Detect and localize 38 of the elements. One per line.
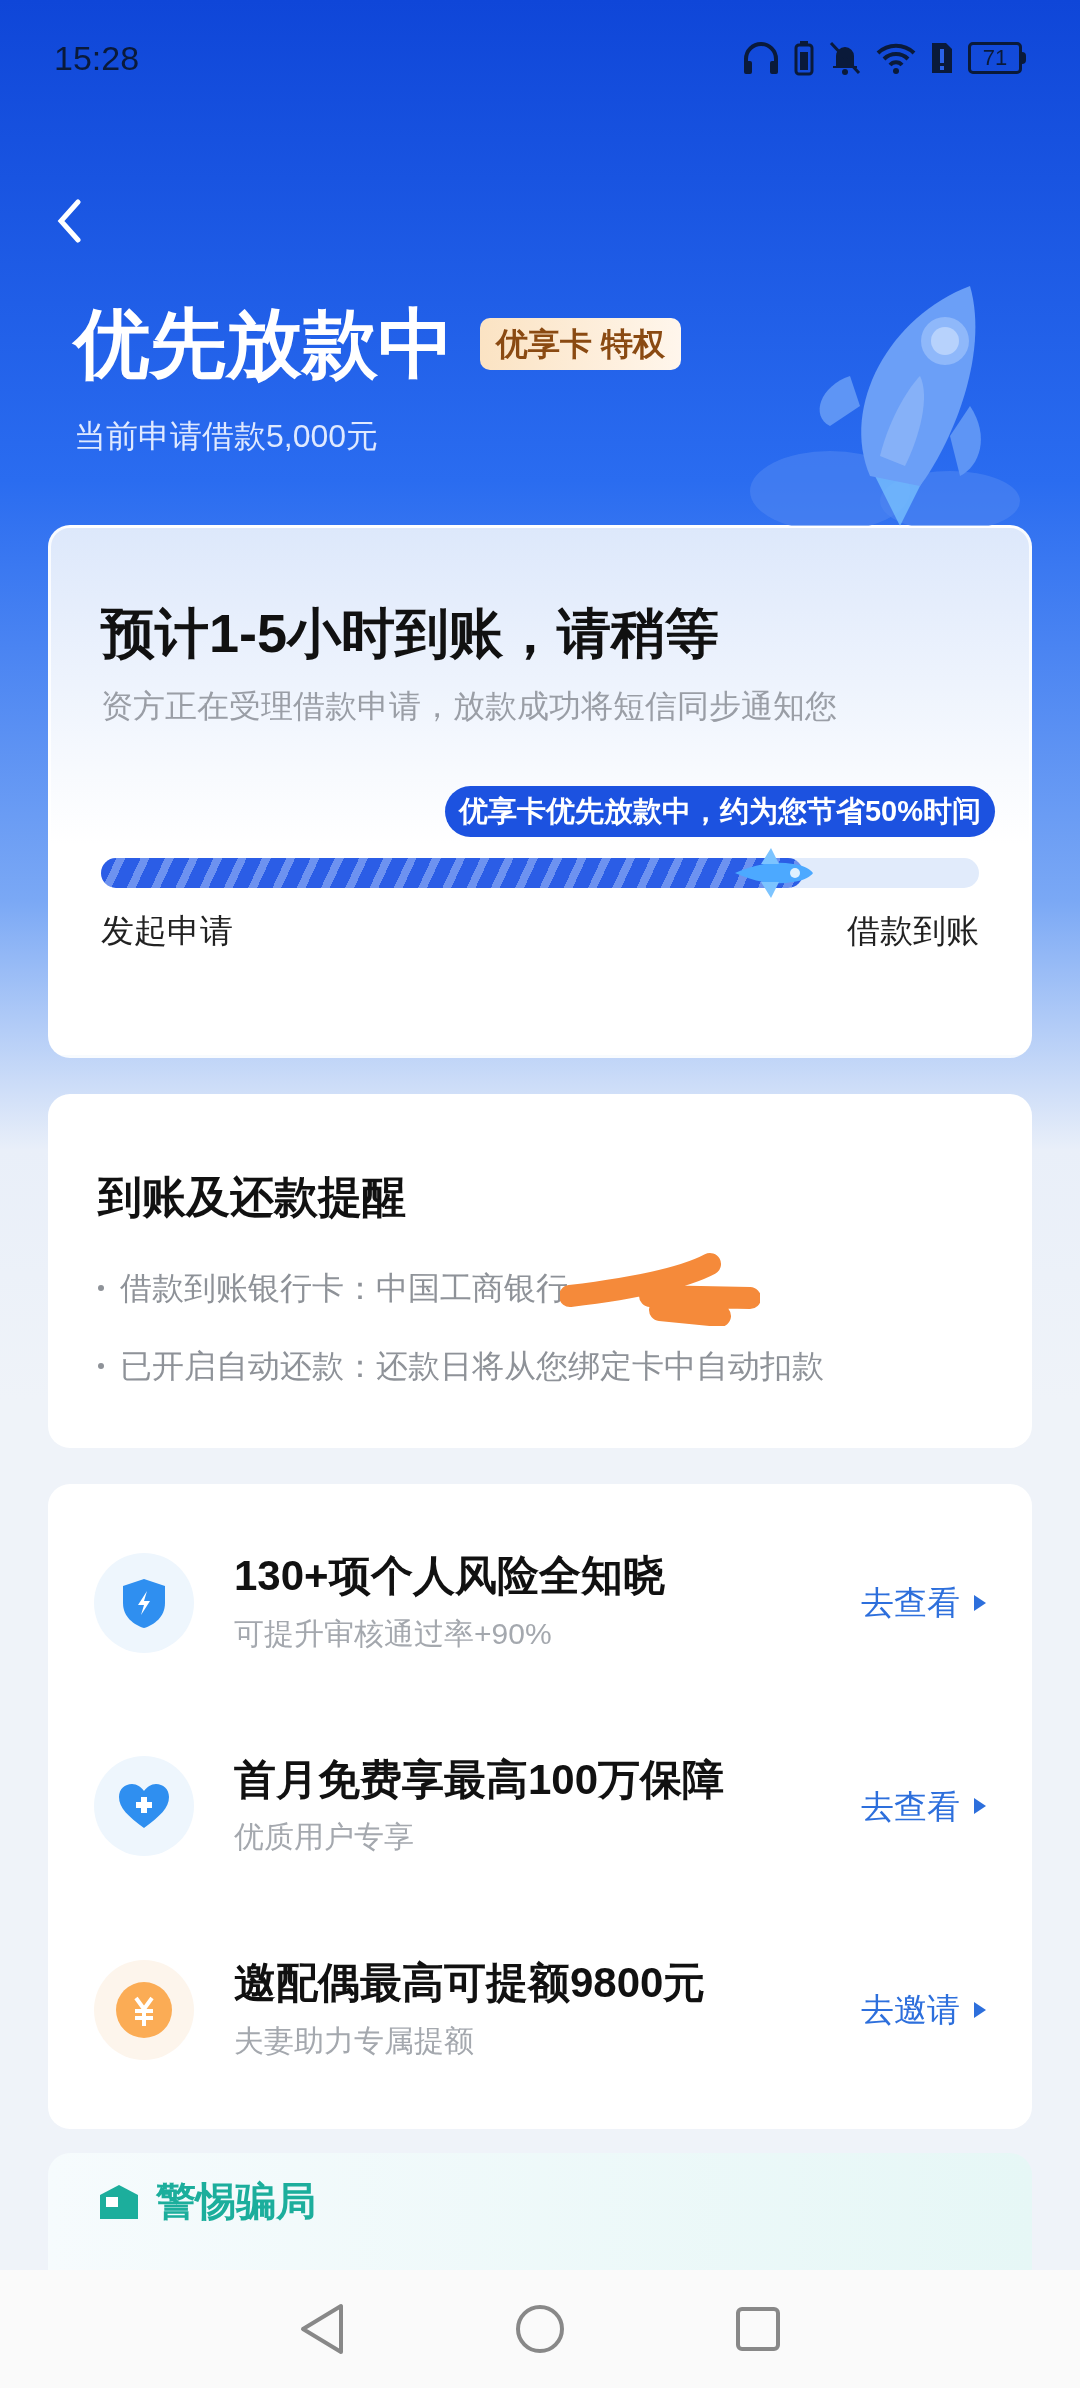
offer-subtitle: 优质用户专享 [234, 1819, 415, 1855]
battery-saver-icon [794, 40, 814, 76]
page-title: 优先放款中 [74, 306, 454, 382]
triangle-right-icon [974, 1594, 986, 1611]
back-nav-icon[interactable] [299, 2303, 345, 2355]
scam-warning-title: 警惕骗局 [156, 2180, 316, 2221]
sim-alert-icon [930, 41, 954, 75]
yen-coin-icon [116, 1981, 172, 2038]
triangle-right-icon [974, 1798, 986, 1815]
end-step-label: 借款到账 [847, 910, 979, 951]
offer-title: 邀配偶最高可提额9800元 [234, 1958, 707, 2008]
reminder-heading: 到账及还款提醒 [98, 1171, 407, 1223]
reminder-text: 已开启自动还款：还款日将从您绑定卡中自动扣款 [120, 1347, 824, 1386]
loan-amount-text: 当前申请借款5,000元 [74, 417, 380, 456]
wifi-icon [876, 41, 916, 75]
recents-nav-icon[interactable] [735, 2306, 781, 2352]
tooltip-bubble: 优享卡优先放款中，约为您节省50%时间 [444, 785, 995, 837]
offer-action-link[interactable]: 去查看 [861, 1578, 986, 1628]
offer-subtitle: 夫妻助力专属提额 [234, 2022, 475, 2059]
home-nav-icon[interactable] [515, 2304, 565, 2354]
battery-indicator: 71 [968, 42, 1026, 74]
reminder-text: 借款到账银行卡：中国工商银行 [120, 1269, 568, 1308]
privilege-badge: 优享卡 特权 [480, 318, 681, 370]
offer-action-link[interactable]: 去查看 [861, 1781, 986, 1831]
offer-title: 首月免费享最高100万保障 [234, 1754, 726, 1805]
offer-subtitle: 可提升审核通过率+90% [234, 1615, 553, 1652]
heart-plus-icon [118, 1783, 170, 1830]
eta-heading: 预计1-5小时到账，请稍等 [101, 602, 721, 665]
offer-title: 130+项个人风险全知晓 [234, 1551, 666, 1601]
status-time: 15:28 [54, 37, 140, 79]
status-description: 资方正在受理借款申请，放款成功将短信同步通知您 [101, 686, 838, 726]
bell-muted-icon [828, 40, 862, 76]
shield-icon [121, 1576, 167, 1629]
headphones-icon [742, 40, 780, 76]
start-step-label: 发起申请 [101, 910, 233, 951]
triangle-right-icon [974, 2001, 986, 2018]
offer-action-link[interactable]: 去邀请 [861, 1985, 986, 2035]
back-icon [57, 199, 81, 243]
